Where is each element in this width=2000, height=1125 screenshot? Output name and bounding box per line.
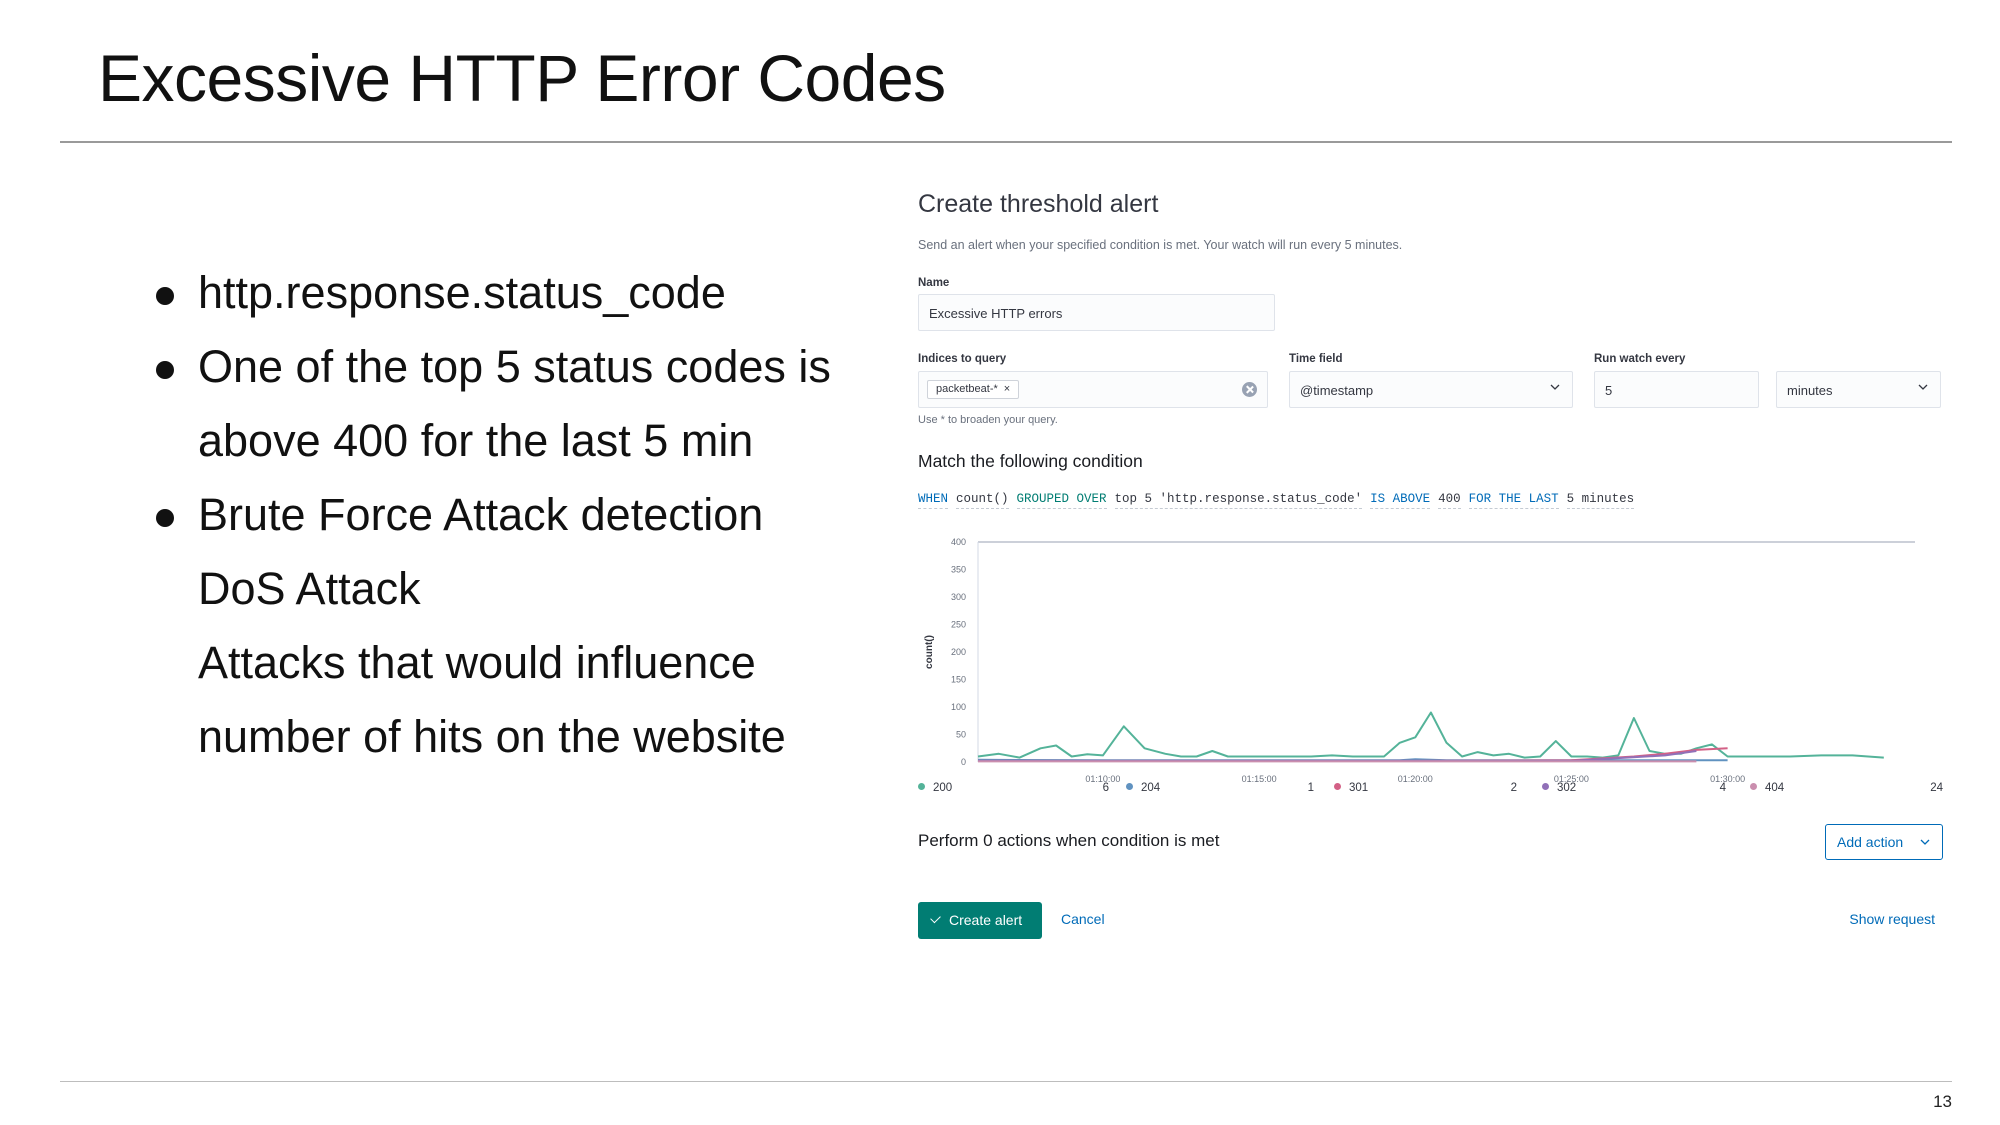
footer-divider bbox=[60, 1081, 1952, 1082]
bullet-line: http.response.status_code bbox=[150, 256, 870, 330]
run-every-value: 5 bbox=[1605, 383, 1613, 398]
legend-item[interactable]: 204 bbox=[1126, 782, 1160, 794]
run-every-input[interactable]: 5 bbox=[1594, 371, 1759, 408]
legend-item[interactable]: 404 bbox=[1750, 782, 1784, 794]
create-alert-label: Create alert bbox=[949, 912, 1023, 928]
cancel-link[interactable]: Cancel bbox=[1061, 911, 1105, 927]
slide-title: Excessive HTTP Error Codes bbox=[98, 41, 946, 115]
time-field-value: @timestamp bbox=[1300, 383, 1374, 398]
bullet-text: http.response.status_code bbox=[198, 267, 726, 318]
legend-item[interactable]: 200 bbox=[918, 782, 952, 794]
legend-label: 200 bbox=[933, 782, 953, 794]
y-tick-label: 150 bbox=[951, 675, 966, 685]
index-pattern-chip: packetbeat-* × bbox=[927, 380, 1020, 399]
y-axis-label: count() bbox=[924, 635, 935, 669]
time-field-label: Time field bbox=[1289, 353, 1343, 365]
y-tick-label: 300 bbox=[951, 592, 966, 602]
bullet-dot-icon bbox=[156, 361, 174, 379]
bullet-line: DoS Attack bbox=[150, 552, 870, 626]
chevron-down-icon bbox=[1920, 839, 1930, 845]
indices-label: Indices to query bbox=[918, 353, 1007, 365]
time-field-select[interactable]: @timestamp bbox=[1289, 371, 1573, 408]
legend-count: 6 bbox=[1102, 782, 1109, 794]
series-line-200 bbox=[977, 711, 1884, 759]
run-every-unit-value: minutes bbox=[1787, 383, 1833, 398]
bullet-text: Attacks that would influence bbox=[198, 637, 756, 688]
y-tick-label: 250 bbox=[951, 620, 966, 630]
add-action-button[interactable]: Add action bbox=[1825, 824, 1943, 860]
y-tick-label: 0 bbox=[961, 757, 966, 767]
bullet-line: One of the top 5 status codes is bbox=[150, 330, 870, 404]
expr-when[interactable]: WHEN bbox=[918, 492, 949, 509]
legend-dot-icon bbox=[1126, 783, 1133, 790]
legend-label: 404 bbox=[1765, 782, 1785, 794]
bullet-text: number of hits on the website bbox=[198, 711, 786, 762]
check-icon bbox=[930, 912, 941, 924]
bullet-text: Brute Force Attack detection bbox=[198, 489, 764, 540]
remove-chip-icon[interactable]: × bbox=[1004, 383, 1010, 395]
y-tick-label: 200 bbox=[951, 647, 966, 657]
bullet-text: DoS Attack bbox=[198, 563, 421, 614]
chevron-down-icon bbox=[1550, 384, 1560, 390]
bullet-text: One of the top 5 status codes is bbox=[198, 341, 831, 392]
name-label: Name bbox=[918, 277, 950, 289]
legend-dot-icon bbox=[1750, 783, 1757, 790]
bullet-line: Brute Force Attack detection bbox=[150, 478, 870, 552]
run-every-label: Run watch every bbox=[1594, 353, 1686, 365]
threshold-preview-chart: 0 50 100 150 200 250 300 350 400 01:10:00 01:15:00… bbox=[910, 530, 1940, 784]
legend-count: 1 bbox=[1307, 782, 1314, 794]
y-tick-label: 100 bbox=[951, 702, 966, 712]
panel-description: Send an alert when your specified condit… bbox=[918, 238, 1403, 252]
legend-dot-icon bbox=[1542, 783, 1549, 790]
show-request-link[interactable]: Show request bbox=[1849, 911, 1935, 927]
legend-count: 4 bbox=[1719, 782, 1726, 794]
chart-svg: 05010015020025030035040001:10:00 01:15:00… bbox=[924, 537, 1915, 784]
run-every-unit-select[interactable]: minutes bbox=[1776, 371, 1941, 408]
chevron-down-icon bbox=[1918, 384, 1928, 390]
legend-label: 204 bbox=[1141, 782, 1161, 794]
title-divider bbox=[60, 141, 1952, 143]
condition-expression: WHEN count() GROUPED OVER top 5 'http.respo… bbox=[918, 492, 1642, 509]
index-pattern-chip-label: packetbeat-* bbox=[936, 383, 998, 395]
legend-count: 2 bbox=[1510, 782, 1517, 794]
chart-legend: 200 204 301 302 404 6 1 2 4 24 bbox=[918, 782, 1943, 802]
create-alert-button[interactable]: Create alert bbox=[918, 902, 1042, 939]
bullet-dot-icon bbox=[156, 287, 174, 305]
expr-grouped-keyword[interactable]: GROUPED OVER bbox=[1016, 492, 1107, 509]
indices-help-text: Use * to broaden your query. bbox=[918, 414, 1058, 426]
clear-icon[interactable] bbox=[1242, 382, 1257, 397]
name-field[interactable]: Excessive HTTP errors bbox=[918, 294, 1275, 331]
legend-label: 301 bbox=[1349, 782, 1369, 794]
bullet-line: number of hits on the website bbox=[150, 700, 870, 774]
page-number: 13 bbox=[1933, 1092, 1952, 1111]
expr-window-value[interactable]: 5 minutes bbox=[1566, 492, 1635, 509]
expr-threshold-keyword[interactable]: IS ABOVE bbox=[1370, 492, 1431, 509]
bullet-line: Attacks that would influence bbox=[150, 626, 870, 700]
condition-title: Match the following condition bbox=[918, 451, 1143, 471]
indices-combobox[interactable]: packetbeat-* × bbox=[918, 371, 1268, 408]
bullet-list: http.response.status_code One of the top … bbox=[150, 256, 870, 774]
panel-title: Create threshold alert bbox=[918, 190, 1159, 218]
expr-window-keyword[interactable]: FOR THE LAST bbox=[1468, 492, 1559, 509]
actions-summary: Perform 0 actions when condition is met bbox=[918, 831, 1220, 850]
legend-item[interactable]: 302 bbox=[1542, 782, 1576, 794]
legend-label: 302 bbox=[1557, 782, 1577, 794]
bullet-line: above 400 for the last 5 min bbox=[150, 404, 870, 478]
name-field-value: Excessive HTTP errors bbox=[929, 306, 1063, 321]
legend-dot-icon bbox=[1334, 783, 1341, 790]
threshold-alert-panel: Create threshold alert Send an alert whe… bbox=[918, 190, 1943, 970]
expr-aggregation[interactable]: count() bbox=[956, 492, 1009, 509]
legend-count: 24 bbox=[1930, 782, 1943, 794]
add-action-label: Add action bbox=[1837, 834, 1904, 850]
expr-threshold-value[interactable]: 400 bbox=[1438, 492, 1461, 509]
legend-dot-icon bbox=[918, 783, 925, 790]
legend-item[interactable]: 301 bbox=[1334, 782, 1368, 794]
bullet-text: above 400 for the last 5 min bbox=[198, 415, 754, 466]
expr-grouped-value[interactable]: top 5 'http.response.status_code' bbox=[1114, 492, 1363, 509]
y-tick-label: 400 bbox=[951, 537, 966, 547]
y-tick-label: 350 bbox=[951, 565, 966, 575]
y-tick-label: 50 bbox=[956, 730, 966, 740]
bullet-dot-icon bbox=[156, 509, 174, 527]
